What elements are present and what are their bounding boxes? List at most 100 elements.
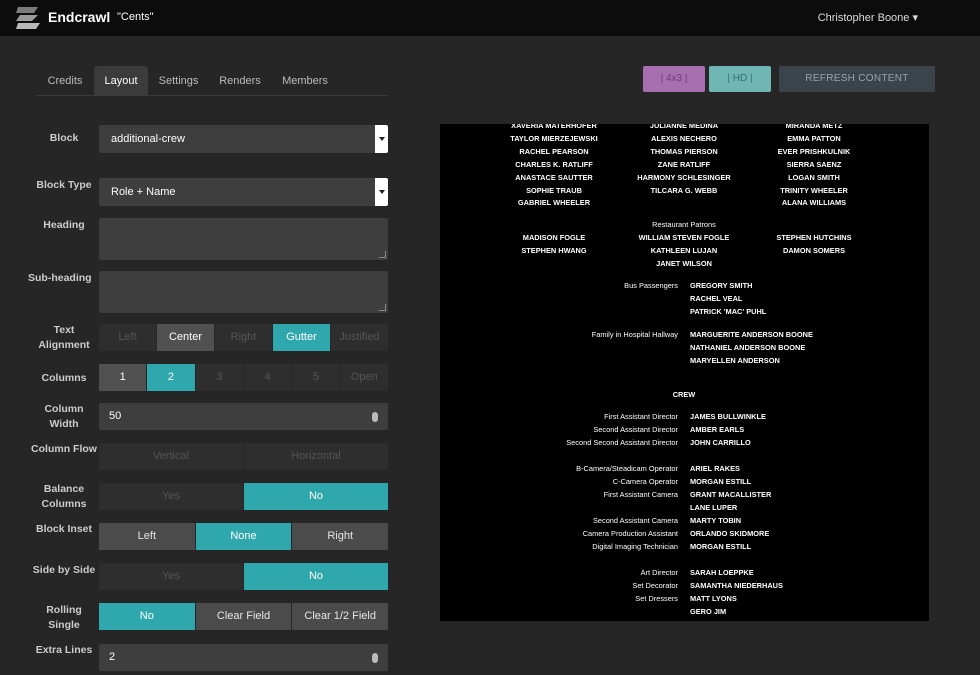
format-hd-button[interactable]: | HD | bbox=[709, 66, 771, 92]
section-heading: Restaurant Patrons bbox=[652, 220, 716, 229]
flow-vertical-option[interactable]: Vertical bbox=[99, 443, 244, 470]
align-right-option[interactable]: Right bbox=[215, 324, 273, 351]
top-bar: Endcrawl "Cents" Christopher Boone ▾ bbox=[0, 0, 980, 36]
format-4x3-button[interactable]: | 4x3 | bbox=[643, 66, 705, 92]
tab-members[interactable]: Members bbox=[274, 66, 336, 96]
block-type-select[interactable]: Role + Name bbox=[99, 178, 388, 206]
credit-name: MARTY TOBIN bbox=[690, 516, 742, 525]
balance-columns-control: Yes No bbox=[99, 483, 388, 510]
credit-name: ARIEL RAKES bbox=[690, 464, 740, 473]
cast-name: THOMAS PIERSON bbox=[650, 146, 718, 156]
credit-role: Art Director bbox=[640, 568, 678, 577]
inset-right-option[interactable]: Right bbox=[292, 523, 389, 550]
credit-name: AMBER EARLS bbox=[690, 425, 745, 434]
block-inset-control: Left None Right bbox=[99, 523, 389, 550]
balance-no-option[interactable]: No bbox=[244, 483, 388, 510]
app-name[interactable]: Endcrawl bbox=[48, 9, 110, 25]
tab-credits[interactable]: Credits bbox=[36, 66, 94, 96]
inset-none-option[interactable]: None bbox=[195, 523, 293, 550]
cast-name: ANASTACE SAUTTER bbox=[515, 172, 593, 182]
side-by-side-no-option[interactable]: No bbox=[244, 563, 388, 590]
credit-name: MATT LYONS bbox=[690, 594, 737, 603]
cast-name: RACHEL PEARSON bbox=[519, 146, 589, 156]
columns-control: 1 2 3 4 5 Open bbox=[99, 364, 388, 391]
side-by-side-label: Side by Side bbox=[32, 564, 96, 576]
cast-name: EMMA PATTON bbox=[787, 133, 841, 143]
cast-name: MADISON FOGLE bbox=[522, 232, 586, 242]
align-justified-option[interactable]: Justified bbox=[331, 324, 388, 351]
columns-1-option[interactable]: 1 bbox=[99, 364, 148, 391]
credit-role: First Assistant Camera bbox=[603, 490, 678, 499]
tab-bar: Credits Layout Settings Renders Members bbox=[36, 64, 388, 96]
align-gutter-option[interactable]: Gutter bbox=[273, 324, 331, 351]
tab-settings[interactable]: Settings bbox=[151, 66, 206, 96]
column-flow-label: Column Flow bbox=[31, 443, 97, 455]
refresh-content-button[interactable]: REFRESH CONTENT bbox=[779, 66, 935, 92]
align-left-option[interactable]: Left bbox=[99, 324, 157, 351]
cast-name: HARMONY SCHLESINGER bbox=[637, 172, 731, 182]
cast-name: XAVERIA MATERHOFER bbox=[511, 124, 597, 130]
endcrawl-logo-icon[interactable] bbox=[14, 4, 42, 32]
rolling-clear-half-field-option[interactable]: Clear 1/2 Field bbox=[292, 603, 389, 630]
extra-lines-value: 2 bbox=[109, 651, 116, 663]
heading-textarea[interactable] bbox=[99, 218, 388, 260]
side-by-side-control: Yes No bbox=[99, 563, 388, 590]
credit-role: Camera Production Assistant bbox=[582, 529, 678, 538]
credit-name: SARAH LOEPPKE bbox=[690, 568, 754, 577]
credit-role: Second Assistant Director bbox=[593, 425, 678, 434]
credit-name: RACHEL VEAL bbox=[690, 293, 743, 303]
cast-name: KATHLEEN LUJAN bbox=[650, 245, 718, 255]
credit-name: PATRICK 'MAC' PUHL bbox=[690, 306, 767, 316]
flow-horizontal-option[interactable]: Horizontal bbox=[244, 443, 388, 470]
tab-layout[interactable]: Layout bbox=[94, 66, 148, 96]
subheading-textarea[interactable] bbox=[99, 271, 388, 313]
cast-name: TILCARA G. WEBB bbox=[650, 185, 718, 195]
rolling-clear-field-option[interactable]: Clear Field bbox=[195, 603, 293, 630]
columns-open-option[interactable]: Open bbox=[341, 364, 388, 391]
credit-name: GRANT MACALLISTER bbox=[690, 490, 772, 499]
credit-name: MARGUERITE ANDERSON BOONE bbox=[690, 330, 813, 339]
inset-left-option[interactable]: Left bbox=[99, 523, 196, 550]
subheading-label: Sub-heading bbox=[28, 272, 92, 284]
cast-name: WILLIAM STEVEN FOGLE bbox=[638, 232, 730, 242]
credit-role: B-Camera/Steadicam Operator bbox=[576, 464, 678, 473]
chevron-down-icon[interactable] bbox=[375, 178, 388, 206]
rolling-single-label: Rolling Single bbox=[46, 604, 82, 631]
cast-name: JULIANNE MEDINA bbox=[649, 124, 719, 130]
cast-name: ZANE RATLIFF bbox=[657, 159, 711, 169]
extra-lines-input[interactable]: 2 bbox=[99, 644, 388, 671]
credit-name: ORLANDO SKIDMORE bbox=[690, 529, 770, 538]
balance-yes-option[interactable]: Yes bbox=[99, 483, 244, 510]
columns-2-option[interactable]: 2 bbox=[147, 364, 196, 391]
rolling-no-option[interactable]: No bbox=[99, 603, 196, 630]
project-name: "Cents" bbox=[117, 11, 154, 23]
credit-role: Second Second Assistant Director bbox=[566, 438, 678, 447]
spinner-icon[interactable] bbox=[372, 653, 378, 663]
column-width-value: 50 bbox=[109, 410, 122, 422]
credit-role: Digital Imaging Technician bbox=[592, 542, 678, 551]
credit-name: GREGORY SMITH bbox=[690, 281, 753, 290]
column-flow-control: Vertical Horizontal bbox=[99, 443, 388, 470]
column-width-input[interactable]: 50 bbox=[99, 403, 388, 430]
align-center-option[interactable]: Center bbox=[157, 324, 215, 351]
columns-3-option[interactable]: 3 bbox=[196, 364, 244, 391]
side-by-side-yes-option[interactable]: Yes bbox=[99, 563, 244, 590]
block-select-value: additional-crew bbox=[111, 133, 185, 145]
cast-name: SOPHIE TRAUB bbox=[526, 185, 582, 195]
cast-name: STEPHEN HWANG bbox=[521, 245, 587, 255]
credit-role: C-Camera Operator bbox=[612, 477, 678, 486]
credit-name: JAMES BULLWINKLE bbox=[690, 412, 766, 421]
credit-name: SAMANTHA NIEDERHAUS bbox=[690, 581, 783, 590]
chevron-down-icon[interactable] bbox=[375, 125, 388, 153]
credit-role: Second Assistant Camera bbox=[592, 516, 678, 525]
user-menu[interactable]: Christopher Boone ▾ bbox=[818, 11, 918, 24]
columns-5-option[interactable]: 5 bbox=[292, 364, 341, 391]
credit-name: MORGAN ESTILL bbox=[690, 542, 752, 551]
tab-renders[interactable]: Renders bbox=[212, 66, 268, 96]
cast-name: EVER PRISHKULNIK bbox=[777, 146, 851, 156]
credit-name: LANE LUPER bbox=[690, 502, 738, 512]
spinner-icon[interactable] bbox=[372, 412, 378, 422]
credit-role: Set Dressers bbox=[635, 594, 678, 603]
columns-4-option[interactable]: 4 bbox=[244, 364, 293, 391]
block-select[interactable]: additional-crew bbox=[99, 125, 388, 153]
